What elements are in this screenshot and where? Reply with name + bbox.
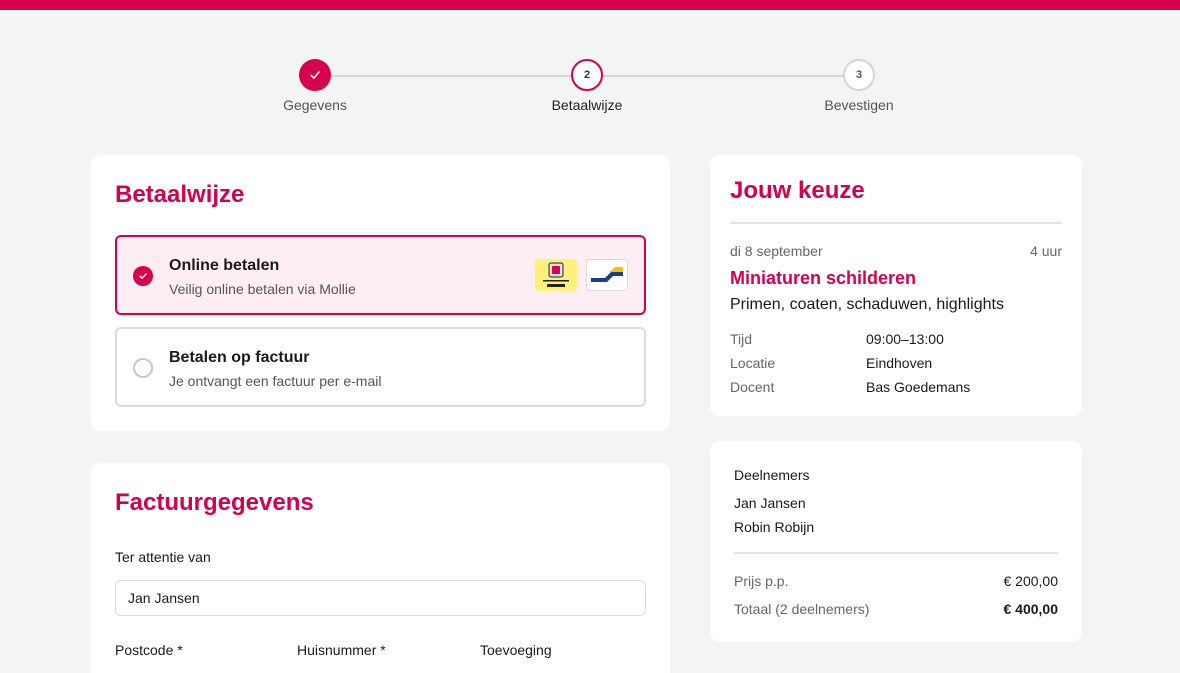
- attention-input[interactable]: [115, 580, 646, 616]
- divider: [730, 222, 1062, 224]
- course-duration: 4 uur: [1030, 243, 1062, 259]
- total-value: € 400,00: [1003, 601, 1059, 617]
- step-betaalwijze: 2 Betaalwijze: [527, 59, 647, 113]
- check-icon: [299, 59, 331, 91]
- detail-label: Docent: [730, 379, 775, 395]
- step-bevestigen: 3 Bevestigen: [799, 59, 919, 113]
- radio-empty-icon[interactable]: [133, 358, 153, 378]
- detail-label: Locatie: [730, 355, 776, 371]
- payment-option-online[interactable]: Online betalen Veilig online betalen via…: [115, 235, 646, 315]
- price-per-person-label: Prijs p.p.: [734, 573, 789, 589]
- participants-heading: Deelnemers: [734, 467, 810, 483]
- top-accent-bar: [0, 0, 1180, 10]
- radio-selected-icon[interactable]: [133, 266, 153, 286]
- summary-title: Jouw keuze: [730, 177, 865, 204]
- payment-method-card: Betaalwijze Online betalen Veilig online…: [91, 155, 670, 431]
- course-date: di 8 september: [730, 243, 823, 259]
- participants-price-card: Deelnemers Jan Jansen Robin Robijn Prijs…: [710, 441, 1082, 642]
- step-label: Betaalwijze: [551, 97, 623, 113]
- choice-summary-card: Jouw keuze di 8 september 4 uur Miniatur…: [710, 155, 1082, 416]
- option-title: Online betalen: [169, 257, 280, 274]
- housenumber-label: Huisnummer *: [297, 642, 386, 658]
- postcode-label: Postcode *: [115, 642, 183, 658]
- step-number: 3: [843, 59, 875, 91]
- detail-value: Bas Goedemans: [866, 379, 971, 395]
- addition-label: Toevoeging: [480, 642, 552, 658]
- course-title: Miniaturen schilderen: [730, 268, 917, 288]
- detail-value: 09:00–13:00: [866, 331, 944, 347]
- detail-value: Eindhoven: [866, 355, 933, 371]
- billing-details-card: Factuurgegevens Ter attentie van Postcod…: [91, 463, 670, 673]
- participant-name: Jan Jansen: [734, 495, 806, 511]
- participant-name: Robin Robijn: [734, 519, 815, 535]
- step-label: Bevestigen: [824, 97, 894, 113]
- payment-option-invoice[interactable]: Betalen op factuur Je ontvangt een factu…: [115, 327, 646, 407]
- detail-label: Tijd: [730, 331, 753, 347]
- step-number: 2: [571, 59, 603, 91]
- option-subtitle: Veilig online betalen via Mollie: [169, 281, 356, 297]
- total-label: Totaal (2 deelnemers): [734, 601, 870, 617]
- payment-title: Betaalwijze: [115, 181, 245, 208]
- divider: [734, 552, 1058, 554]
- option-title: Betalen op factuur: [169, 349, 310, 366]
- checkout-stepper: Gegevens 2 Betaalwijze 3 Bevestigen: [0, 59, 1180, 119]
- option-subtitle: Je ontvangt een factuur per e-mail: [169, 373, 382, 389]
- step-label: Gegevens: [283, 97, 347, 113]
- step-gegevens[interactable]: Gegevens: [255, 59, 375, 113]
- price-per-person-value: € 200,00: [1003, 573, 1059, 589]
- billing-title: Factuurgegevens: [115, 489, 314, 516]
- bancontact-logo-icon: [586, 259, 628, 291]
- attention-label: Ter attentie van: [115, 549, 211, 565]
- wero-logo-icon: [535, 259, 577, 291]
- course-subtitle: Primen, coaten, schaduwen, highlights: [730, 296, 1004, 313]
